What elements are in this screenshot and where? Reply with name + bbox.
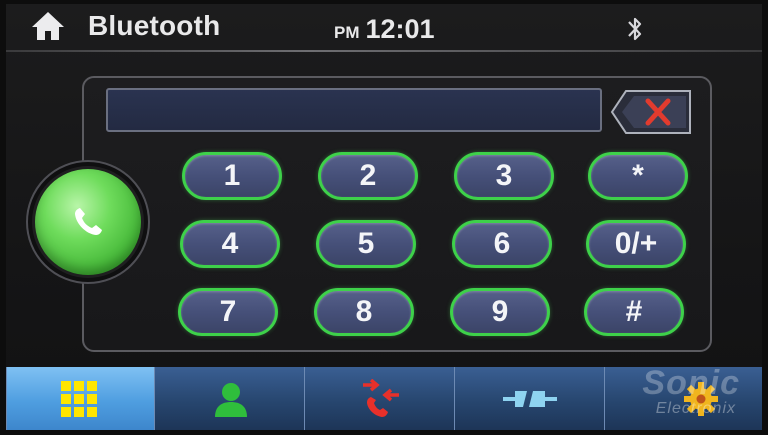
tab-dialpad[interactable] bbox=[6, 367, 154, 430]
tab-contacts[interactable] bbox=[154, 367, 304, 430]
clock: PM 12:01 bbox=[334, 14, 435, 45]
key-3[interactable]: 3 bbox=[454, 152, 554, 200]
tab-settings[interactable] bbox=[604, 367, 762, 430]
clock-time: 12:01 bbox=[365, 14, 435, 44]
phone-handset-icon bbox=[75, 208, 102, 235]
link-connection-icon bbox=[503, 391, 557, 407]
number-display[interactable] bbox=[106, 88, 602, 132]
home-icon[interactable] bbox=[30, 10, 66, 42]
key-0-plus[interactable]: 0/+ bbox=[586, 220, 686, 268]
clock-ampm: PM bbox=[334, 23, 360, 42]
key-6[interactable]: 6 bbox=[452, 220, 552, 268]
call-button[interactable] bbox=[35, 169, 141, 275]
key-2[interactable]: 2 bbox=[318, 152, 418, 200]
contact-person-icon bbox=[215, 383, 247, 417]
tab-call-history[interactable] bbox=[304, 367, 454, 430]
dialpad-grid-icon bbox=[61, 381, 97, 417]
settings-gear-icon bbox=[684, 382, 718, 416]
page-title: Bluetooth bbox=[88, 10, 221, 41]
key-9[interactable]: 9 bbox=[450, 288, 550, 336]
key-1[interactable]: 1 bbox=[182, 152, 282, 200]
key-4[interactable]: 4 bbox=[180, 220, 280, 268]
key-5[interactable]: 5 bbox=[316, 220, 416, 268]
bluetooth-icon bbox=[628, 17, 642, 41]
tab-connection[interactable] bbox=[454, 367, 604, 430]
bottom-nav bbox=[6, 367, 762, 430]
backspace-button[interactable] bbox=[610, 88, 694, 136]
header-bar: Bluetooth PM 12:01 bbox=[6, 4, 762, 50]
header-divider bbox=[6, 50, 762, 52]
call-history-icon bbox=[363, 379, 399, 417]
key-8[interactable]: 8 bbox=[314, 288, 414, 336]
key-hash[interactable]: # bbox=[584, 288, 684, 336]
screen: Bluetooth PM 12:01 1 2 3 * 4 5 6 0/+ 7 8 … bbox=[6, 4, 762, 430]
key-7[interactable]: 7 bbox=[178, 288, 278, 336]
key-star[interactable]: * bbox=[588, 152, 688, 200]
